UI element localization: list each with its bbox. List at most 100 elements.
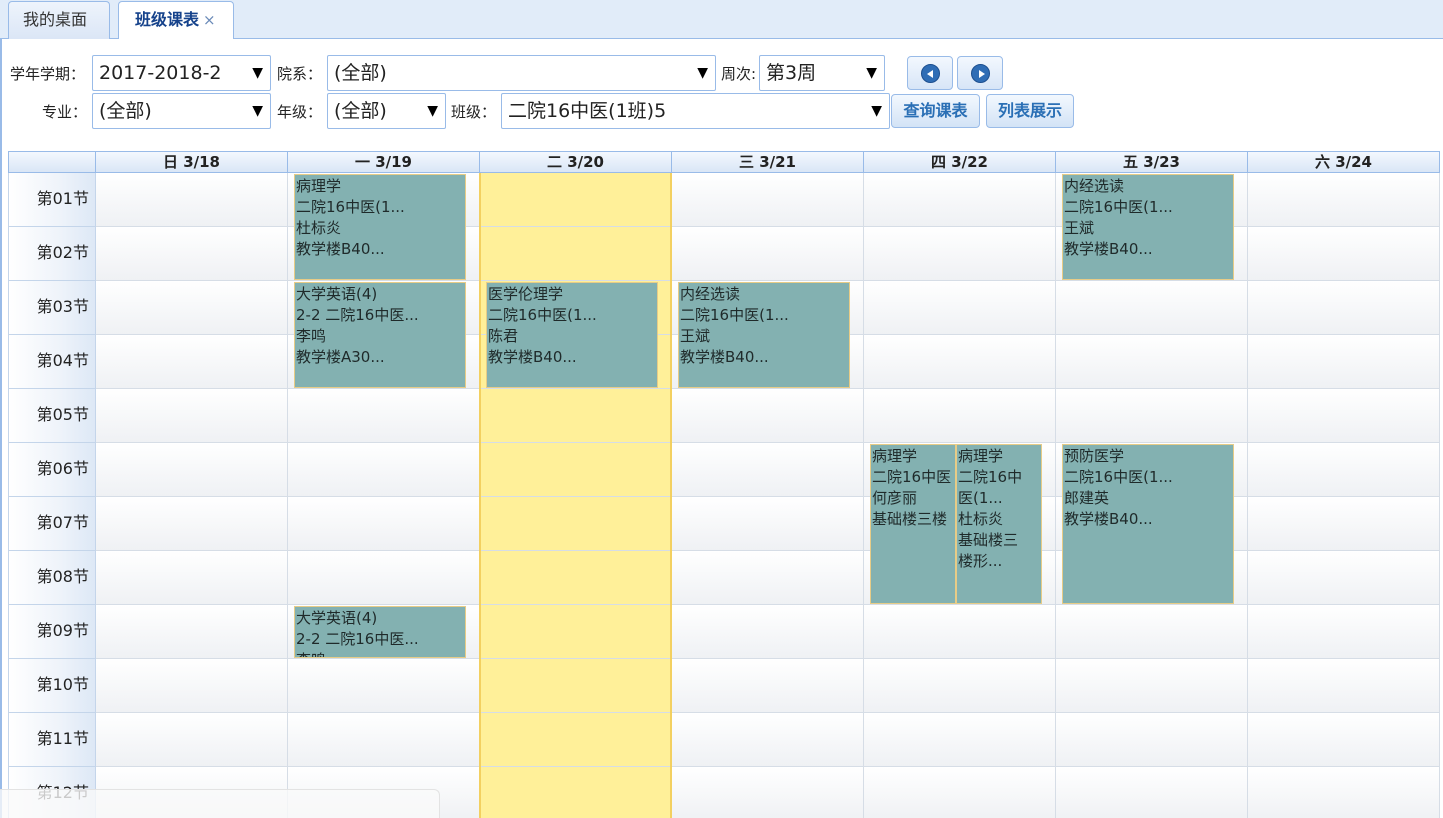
course-block[interactable]: 医学伦理学 二院16中医(1... 陈君 教学楼B40... [486, 282, 658, 388]
timetable-cell[interactable] [480, 767, 672, 818]
timetable-cell[interactable] [1248, 389, 1440, 443]
course-block[interactable]: 病理学 二院16中 医(1... 杜标炎 基础楼三 楼形... [956, 444, 1042, 604]
timetable-cell[interactable] [288, 713, 480, 767]
timetable-cell[interactable] [672, 713, 864, 767]
class-label: 班级： [451, 103, 497, 121]
timetable-cell[interactable] [672, 227, 864, 281]
timetable-cell[interactable] [480, 713, 672, 767]
timetable-cell[interactable] [1248, 281, 1440, 335]
grid-corner [8, 151, 96, 173]
dept-label: 院系： [277, 65, 323, 83]
term-select[interactable]: 2017-2018-2 ▼ [92, 55, 271, 91]
timetable-cell[interactable] [864, 335, 1056, 389]
timetable-cell[interactable] [288, 443, 480, 497]
timetable-cell[interactable] [864, 713, 1056, 767]
timetable-cell[interactable] [1248, 443, 1440, 497]
timetable-cell[interactable] [672, 767, 864, 818]
timetable-cell[interactable] [864, 605, 1056, 659]
course-block[interactable]: 大学英语(4) 2-2 二院16中医... 李鸣 教学楼A30... [294, 282, 466, 388]
period-label: 第07节 [8, 497, 96, 551]
chevron-down-icon: ▼ [252, 65, 263, 81]
timetable-cell[interactable] [1248, 713, 1440, 767]
timetable-cell[interactable] [480, 443, 672, 497]
timetable-cell[interactable] [1248, 659, 1440, 713]
timetable-cell[interactable] [1056, 659, 1248, 713]
timetable-cell[interactable] [864, 767, 1056, 818]
timetable-cell[interactable] [672, 551, 864, 605]
course-line: 医学伦理学 [488, 285, 564, 303]
timetable-cell[interactable] [1248, 497, 1440, 551]
timetable-cell[interactable] [96, 227, 288, 281]
timetable-cell[interactable] [96, 497, 288, 551]
timetable-cell[interactable] [1248, 173, 1440, 227]
timetable-cell[interactable] [480, 173, 672, 227]
term-select-value: 2017-2018-2 [99, 62, 222, 84]
tab-my-desktop[interactable]: 我的桌面 [8, 1, 110, 39]
course-line: 陈君 [488, 327, 519, 345]
timetable-cell[interactable] [480, 551, 672, 605]
timetable-cell[interactable] [288, 551, 480, 605]
timetable-cell[interactable] [1056, 767, 1248, 818]
timetable-cell[interactable] [1056, 281, 1248, 335]
course-block[interactable]: 病理学 二院16中医 何彦丽 基础楼三楼 [870, 444, 956, 604]
timetable-cell[interactable] [96, 443, 288, 497]
course-block[interactable]: 预防医学 二院16中医(1... 郎建英 教学楼B40... [1062, 444, 1234, 604]
timetable-cell[interactable] [288, 389, 480, 443]
timetable-cell[interactable] [1056, 389, 1248, 443]
timetable-cell[interactable] [672, 173, 864, 227]
timetable-cell[interactable] [1056, 605, 1248, 659]
course-block[interactable]: 大学英语(4) 2-2 二院16中医... 李鸣 [294, 606, 466, 658]
course-line: 李鸣 [296, 650, 465, 657]
timetable-cell[interactable] [672, 659, 864, 713]
timetable-cell[interactable] [864, 659, 1056, 713]
timetable-cell[interactable] [672, 443, 864, 497]
course-line: 杜标炎 [296, 219, 342, 237]
timetable-cell[interactable] [672, 497, 864, 551]
week-select[interactable]: 第3周 ▼ [759, 55, 885, 91]
timetable-cell[interactable] [864, 173, 1056, 227]
timetable-cell[interactable] [288, 497, 480, 551]
list-view-button[interactable]: 列表展示 [986, 94, 1074, 128]
day-header: 六 3/24 [1248, 151, 1440, 173]
query-timetable-button[interactable]: 查询课表 [891, 94, 980, 128]
timetable-cell[interactable] [1248, 767, 1440, 818]
class-select[interactable]: 二院16中医(1班)5 ▼ [501, 93, 890, 129]
next-week-button[interactable] [957, 56, 1003, 90]
grade-select[interactable]: (全部) ▼ [327, 93, 446, 129]
prev-week-button[interactable] [907, 56, 953, 90]
timetable-cell[interactable] [480, 497, 672, 551]
timetable-cell[interactable] [1248, 605, 1440, 659]
course-block[interactable]: 内经选读 二院16中医(1... 王斌 教学楼B40... [678, 282, 850, 388]
timetable-cell[interactable] [480, 227, 672, 281]
timetable-cell[interactable] [1056, 335, 1248, 389]
timetable-cell[interactable] [96, 605, 288, 659]
timetable-cell[interactable] [96, 389, 288, 443]
timetable-cell[interactable] [96, 659, 288, 713]
course-block[interactable]: 内经选读 二院16中医(1... 王斌 教学楼B40... [1062, 174, 1234, 280]
timetable-cell[interactable] [96, 281, 288, 335]
major-select[interactable]: (全部) ▼ [92, 93, 271, 129]
timetable-cell[interactable] [480, 389, 672, 443]
course-block[interactable]: 病理学 二院16中医(1... 杜标炎 教学楼B40... [294, 174, 466, 280]
timetable-cell[interactable] [864, 227, 1056, 281]
timetable-cell[interactable] [480, 659, 672, 713]
tab-class-timetable[interactable]: 班级课表 × [118, 1, 234, 40]
timetable-cell[interactable] [1248, 551, 1440, 605]
timetable-cell[interactable] [864, 389, 1056, 443]
timetable-cell[interactable] [96, 173, 288, 227]
timetable-cell[interactable] [864, 281, 1056, 335]
timetable-cell[interactable] [96, 335, 288, 389]
timetable-cell[interactable] [96, 713, 288, 767]
timetable-cell[interactable] [96, 551, 288, 605]
timetable-cell[interactable] [672, 605, 864, 659]
timetable-cell[interactable] [1056, 713, 1248, 767]
timetable-cell[interactable] [288, 659, 480, 713]
timetable-cell[interactable] [672, 389, 864, 443]
dept-select[interactable]: (全部) ▼ [327, 55, 716, 91]
timetable-cell[interactable] [480, 605, 672, 659]
course-line: 二院16中医(1... [488, 306, 597, 324]
close-icon[interactable]: × [203, 11, 216, 29]
timetable-cell[interactable] [1248, 335, 1440, 389]
timetable-cell[interactable] [1248, 227, 1440, 281]
dept-select-value: (全部) [334, 62, 387, 84]
